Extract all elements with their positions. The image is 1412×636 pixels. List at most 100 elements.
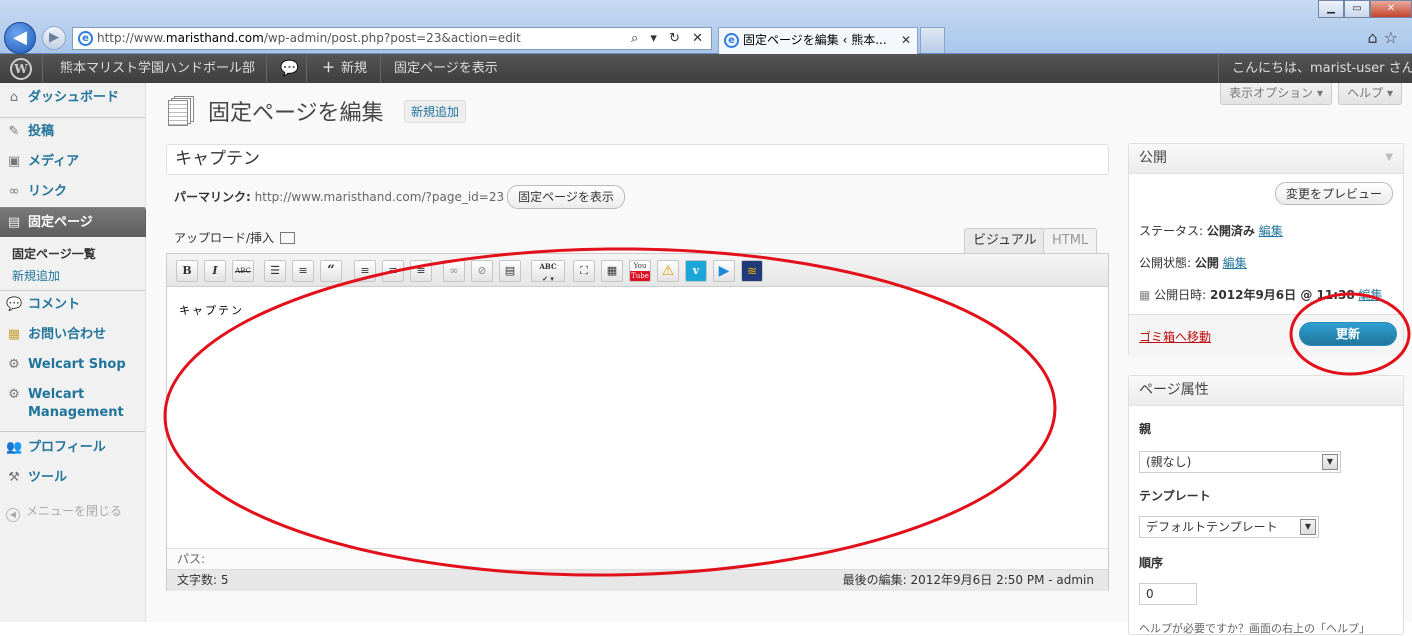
browser-tab[interactable]: e 固定ページを編集 ‹ 熊本... ✕ xyxy=(718,27,918,54)
strikethrough-button[interactable]: ABC xyxy=(232,260,254,282)
sidebar-item-comments[interactable]: 💬 コメント xyxy=(0,290,145,320)
pin-icon: ✎ xyxy=(8,124,20,139)
sidebar-item-pages[interactable]: ▤ 固定ページ xyxy=(0,207,154,238)
insert-link-icon[interactable]: ∞ xyxy=(443,260,465,282)
home-icon[interactable]: ⌂ xyxy=(1368,28,1384,47)
add-new-button[interactable]: 新規追加 xyxy=(404,100,467,123)
order-label: 順序 xyxy=(1139,556,1164,570)
vimeo-icon[interactable]: v xyxy=(685,260,707,282)
upload-insert[interactable]: アップロード/挿入 xyxy=(174,229,296,246)
sidebar-item-tools[interactable]: ⚒ ツール xyxy=(0,463,145,493)
last-edited: 最後の編集: 2012年9月6日 2:50 PM - admin xyxy=(842,573,1094,587)
help-note: ヘルプが必要ですか？画面の右上の「ヘルプ」 xyxy=(1139,622,1370,635)
submenu-pages-all[interactable]: 固定ページ一覧 xyxy=(12,245,96,262)
align-right-icon[interactable]: ≡ xyxy=(410,260,432,282)
editor-path: パス: xyxy=(167,548,1108,570)
close-window-button[interactable]: ✕ xyxy=(1370,0,1412,18)
address-bar[interactable]: e http://www.maristhand.com/wp-admin/post… xyxy=(72,27,712,50)
sidebar-item-posts[interactable]: ✎ 投稿 xyxy=(0,117,145,147)
spellcheck-button[interactable]: ABC ✓ ▾ xyxy=(531,260,565,282)
maximize-button[interactable]: ▭ xyxy=(1344,0,1370,18)
permalink-url[interactable]: http://www.maristhand.com/?page_id=23 xyxy=(255,190,504,204)
sidebar-item-links[interactable]: ∞ リンク xyxy=(0,177,145,207)
new-tab-button[interactable] xyxy=(920,27,945,53)
wordpress-logo-icon[interactable]: W xyxy=(10,58,32,80)
help-tab[interactable]: ヘルプ ▾ xyxy=(1338,83,1402,105)
template-select[interactable]: デフォルトテンプレート ▼ xyxy=(1139,516,1319,538)
sidebar-item-profile[interactable]: 👥 プロフィール xyxy=(0,433,145,463)
play-icon[interactable]: ▶ xyxy=(713,260,735,282)
page-attributes-header[interactable]: ページ属性 xyxy=(1129,376,1403,406)
publish-box: 公開 ▼ 変更をプレビュー ステータス: 公開済み 編集 公開状態: 公開 編集 … xyxy=(1128,143,1404,357)
sidebar-item-welcart-management[interactable]: ⚙ Welcart Management xyxy=(0,380,145,420)
align-center-icon[interactable]: ≡ xyxy=(382,260,404,282)
adminbar-new[interactable]: ＋新規 xyxy=(322,54,367,83)
chevron-down-icon: ▼ xyxy=(1300,519,1316,535)
more-tag-icon[interactable]: ▤ xyxy=(499,260,521,282)
screen-options-tab[interactable]: 表示オプション ▾ xyxy=(1220,83,1332,105)
word-count: 文字数: 5 xyxy=(177,573,229,587)
bullet-list-icon[interactable]: ☰ xyxy=(264,260,286,282)
unlink-icon[interactable]: ⊘ xyxy=(471,260,493,282)
sidebar-item-dashboard[interactable]: ⌂ ダッシュボード xyxy=(0,83,145,113)
parent-select[interactable]: (親なし) ▼ xyxy=(1139,451,1341,473)
numbered-list-icon[interactable]: ≡ xyxy=(292,260,314,282)
browser-right-icons: ⌂☆ xyxy=(1368,28,1405,47)
tab-visual[interactable]: ビジュアル xyxy=(964,228,1046,253)
order-input[interactable]: 0 xyxy=(1139,583,1197,605)
publish-actions: ゴミ箱へ移動 更新 xyxy=(1129,314,1403,357)
url-path: /wp-admin/post.php?post=23&action=edit xyxy=(263,31,521,45)
kitchen-sink-icon[interactable]: ▦ xyxy=(601,260,623,282)
blockquote-button[interactable]: “ xyxy=(320,260,342,282)
gear-icon: ⚙ xyxy=(8,387,20,402)
adminbar-greeting[interactable]: こんにちは、marist-user さん！ xyxy=(1232,54,1412,83)
fullscreen-icon[interactable]: ⛶ xyxy=(573,260,595,282)
view-page-button[interactable]: 固定ページを表示 xyxy=(507,185,625,209)
sidebar-item-welcart-shop[interactable]: ⚙ Welcart Shop xyxy=(0,350,145,380)
update-button[interactable]: 更新 xyxy=(1299,322,1397,346)
move-to-trash-link[interactable]: ゴミ箱へ移動 xyxy=(1139,328,1211,345)
edit-date-link[interactable]: 編集 xyxy=(1359,288,1383,302)
post-title-input[interactable]: キャプテン xyxy=(166,144,1109,175)
admin-sidebar: ⌂ ダッシュボード ✎ 投稿 ▣ メディア ∞ リンク ▤ 固定ページ 固定ページ一覧 新… xyxy=(0,83,154,622)
preview-changes-button[interactable]: 変更をプレビュー xyxy=(1274,182,1393,205)
youtube-icon[interactable]: You Tube xyxy=(629,260,651,282)
ie-icon: e xyxy=(724,33,739,48)
pages-icon: ▤ xyxy=(7,215,21,230)
media-icon: ▣ xyxy=(7,154,21,169)
tab-html[interactable]: HTML xyxy=(1043,228,1098,253)
visibility-row: 公開状態: 公開 編集 xyxy=(1139,256,1247,270)
media-upload-icon[interactable] xyxy=(280,232,296,244)
forward-button[interactable]: ▶ xyxy=(42,26,66,50)
comment-bubble-icon[interactable]: 💬 xyxy=(280,54,299,83)
publish-box-header[interactable]: 公開 ▼ xyxy=(1129,144,1403,174)
dashboard-icon: ⌂ xyxy=(9,90,19,105)
permalink-label: パーマリンク: xyxy=(174,190,251,204)
editor-status-bar: 文字数: 5 最後の編集: 2012年9月6日 2:50 PM - admin xyxy=(167,569,1108,591)
italic-button[interactable]: I xyxy=(204,260,226,282)
warning-triangle-icon[interactable]: ⚠ xyxy=(657,260,679,282)
sidebar-item-contact[interactable]: ▦ お問い合わせ xyxy=(0,320,145,350)
tab-close-icon[interactable]: ✕ xyxy=(901,28,911,53)
submenu-pages-new[interactable]: 新規追加 xyxy=(12,267,60,284)
status-row: ステータス: 公開済み 編集 xyxy=(1139,224,1283,238)
editor-content[interactable]: キャプテン xyxy=(179,302,244,318)
address-tools[interactable]: ⌕ ▾ ↻ ✕ xyxy=(631,28,707,49)
editor-toolbar: B I ABC ☰ ≡ “ ≡ ≡ ≡ ∞ ⊘ ▤ ABC ✓ ▾ ⛶ ▦ You… xyxy=(167,254,1108,287)
adminbar-site-name[interactable]: 熊本マリスト学園ハンドボール部 xyxy=(60,54,255,83)
edit-visibility-link[interactable]: 編集 xyxy=(1223,256,1247,270)
bold-button[interactable]: B xyxy=(176,260,198,282)
toggle-arrow-icon[interactable]: ▼ xyxy=(1385,144,1393,172)
adminbar-view-page[interactable]: 固定ページを表示 xyxy=(394,54,498,83)
sidebar-item-media[interactable]: ▣ メディア xyxy=(0,147,145,177)
edit-status-link[interactable]: 編集 xyxy=(1259,224,1283,238)
align-left-icon[interactable]: ≡ xyxy=(354,260,376,282)
minimize-button[interactable]: ▁ xyxy=(1318,0,1344,18)
back-button[interactable]: ◀ xyxy=(4,22,36,54)
page-edit-icon xyxy=(168,96,196,126)
collapse-menu[interactable]: ◀ メニューを閉じる xyxy=(6,502,122,522)
url-domain: maristhand.com xyxy=(165,31,264,45)
favorites-star-icon[interactable]: ☆ xyxy=(1384,28,1404,47)
ie-icon: e xyxy=(78,31,93,46)
rss-podcast-icon[interactable]: ≋ xyxy=(741,260,763,282)
